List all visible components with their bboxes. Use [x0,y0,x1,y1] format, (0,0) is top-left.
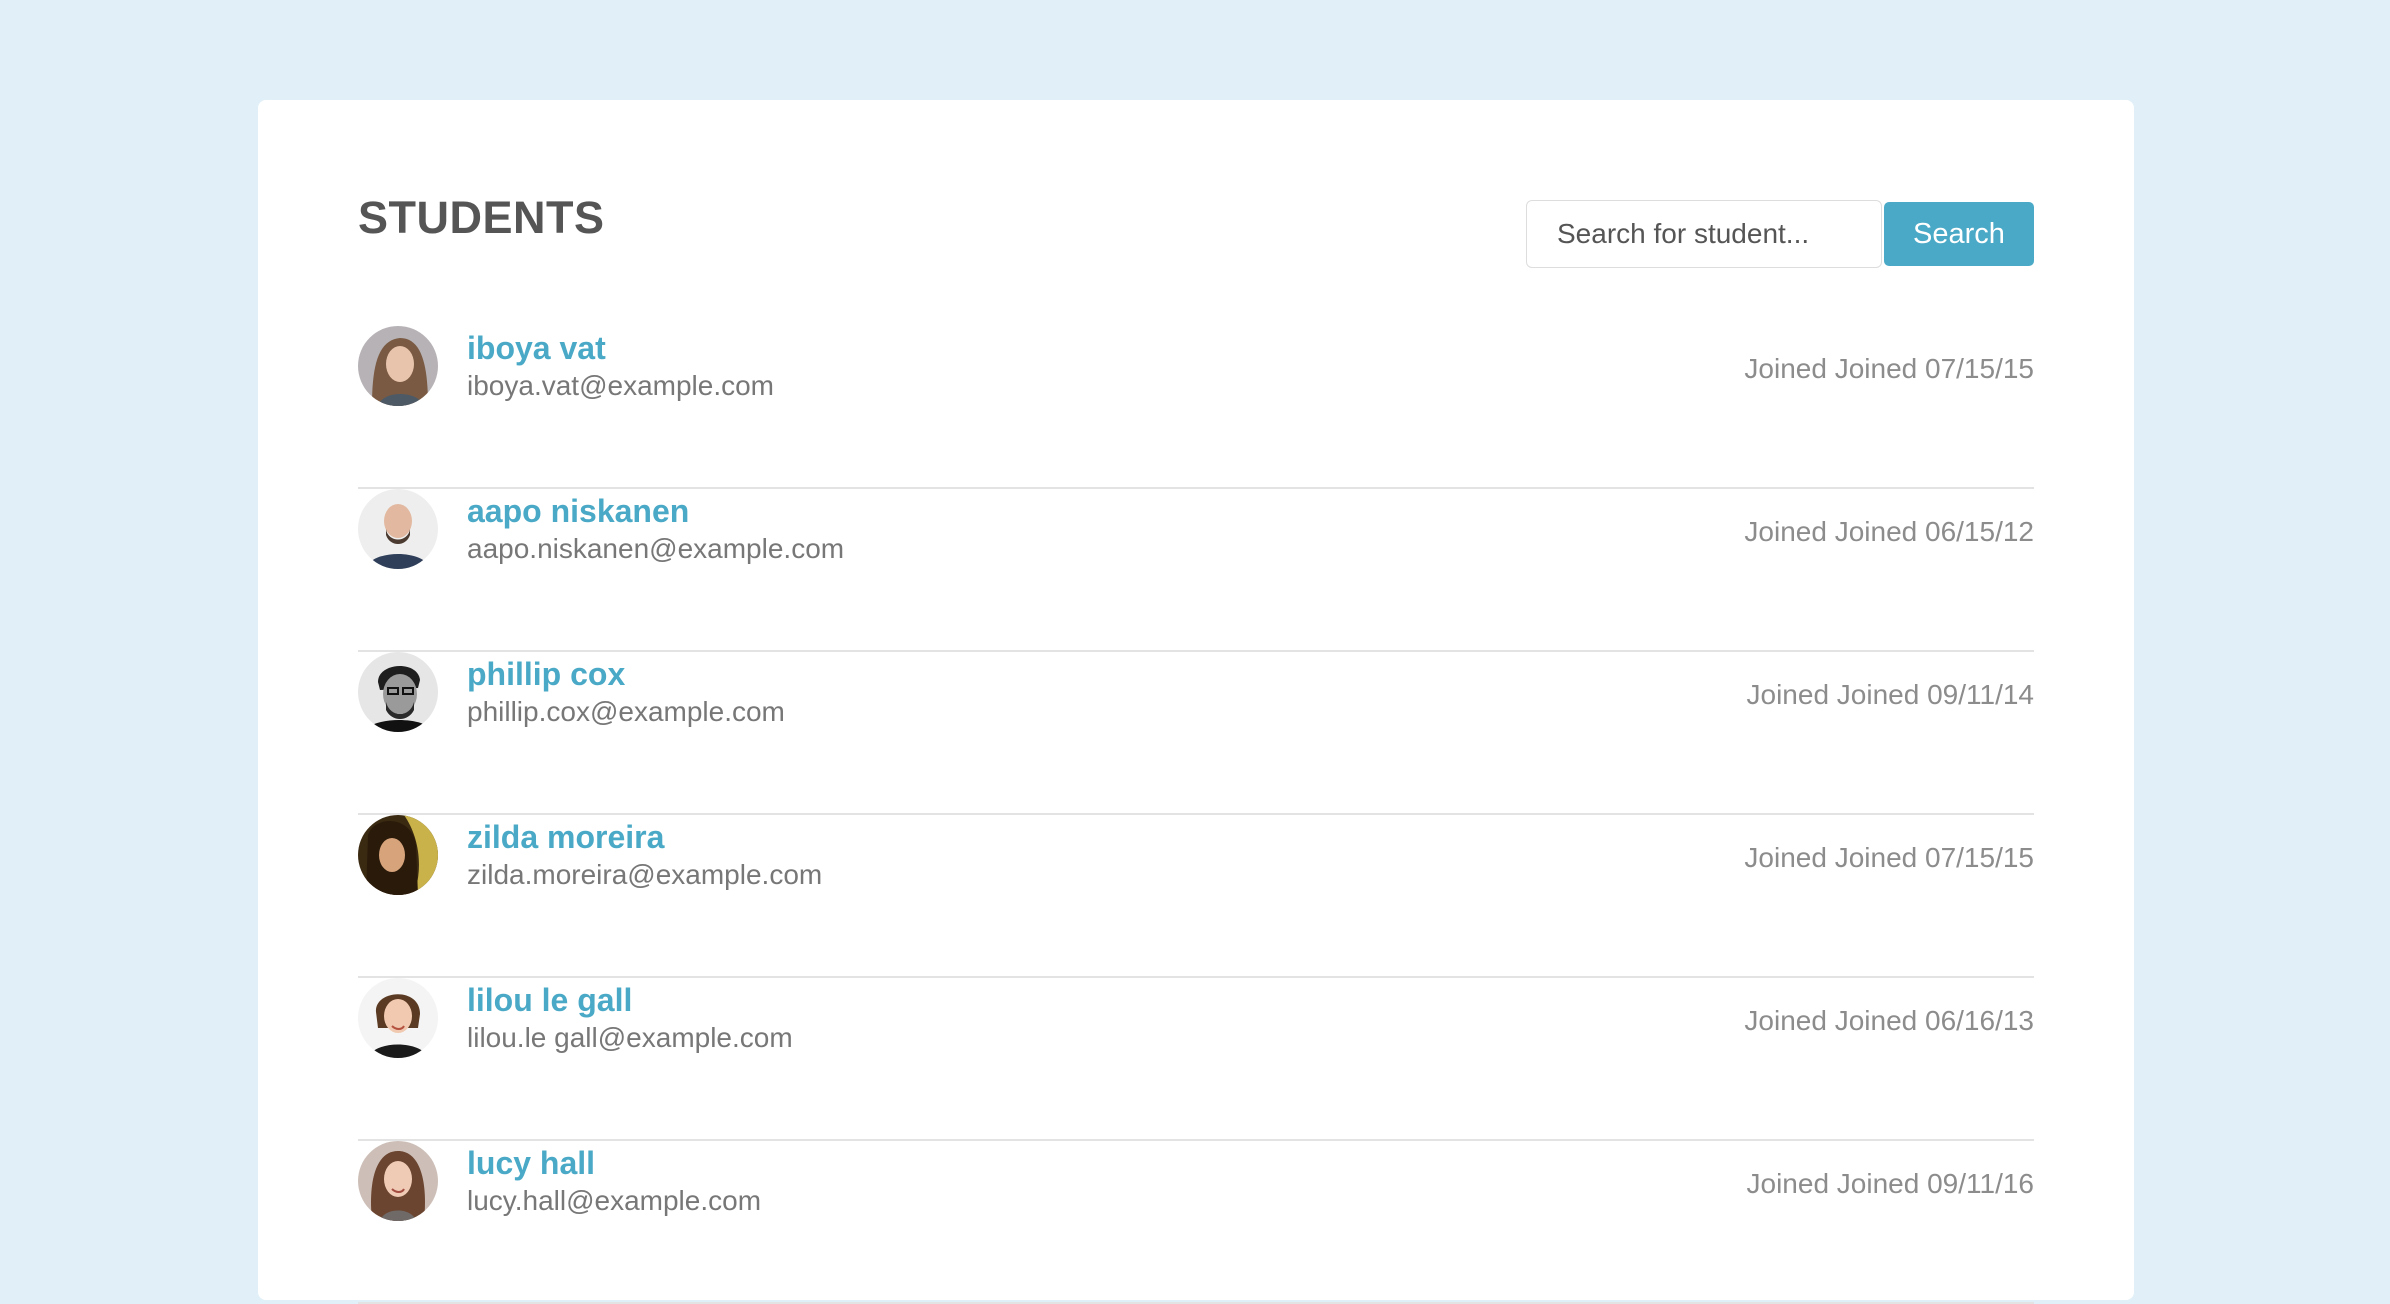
student-email: zilda.moreira@example.com [467,859,823,890]
joined-date: Joined Joined 06/15/12 [1744,516,2034,547]
search-button[interactable]: Search [1884,202,2034,266]
avatar [358,978,438,1058]
student-email: iboya.vat@example.com [467,370,775,401]
joined-date: Joined Joined 07/15/15 [1744,842,2034,873]
joined-date: Joined Joined 07/15/15 [1744,353,2034,384]
search-form: Search [1526,200,2034,268]
joined-date: Joined Joined 09/11/16 [1746,1168,2035,1199]
joined-date: Joined Joined 06/16/13 [1744,1005,2034,1036]
student-row[interactable]: lilou le gall lilou.le gall@example.com … [358,978,2034,1141]
avatar [358,815,438,895]
page-title: STUDENTS [358,192,605,243]
students-card: STUDENTS Search iboya vat iboya.vat@exam… [258,100,2134,1304]
student-name-link[interactable]: lilou le gall [467,982,632,1019]
student-name-link[interactable]: phillip cox [467,656,625,693]
avatar [358,326,438,406]
student-name-link[interactable]: lucy hall [467,1145,595,1182]
avatar [358,489,438,569]
student-row[interactable]: zilda moreira zilda.moreira@example.com … [358,815,2034,978]
avatar [358,652,438,732]
student-row[interactable]: lucy hall lucy.hall@example.com Joined J… [358,1141,2034,1304]
student-email: phillip.cox@example.com [467,696,785,727]
student-name-link[interactable]: zilda moreira [467,819,664,856]
student-row[interactable]: iboya vat iboya.vat@example.com Joined J… [358,326,2034,489]
search-input[interactable] [1526,200,1882,268]
students-header: STUDENTS Search [358,192,2034,268]
student-email: lucy.hall@example.com [467,1185,762,1216]
student-name-link[interactable]: aapo niskanen [467,493,689,530]
student-name-link[interactable]: iboya vat [467,330,606,367]
student-email: lilou.le gall@example.com [467,1022,793,1053]
student-row[interactable]: phillip cox phillip.cox@example.com Join… [358,652,2034,815]
avatar [358,1141,438,1221]
joined-date: Joined Joined 09/11/14 [1746,679,2035,710]
student-list: iboya vat iboya.vat@example.com Joined J… [358,326,2034,1304]
student-email: aapo.niskanen@example.com [467,533,845,564]
student-row[interactable]: aapo niskanen aapo.niskanen@example.com … [358,489,2034,652]
